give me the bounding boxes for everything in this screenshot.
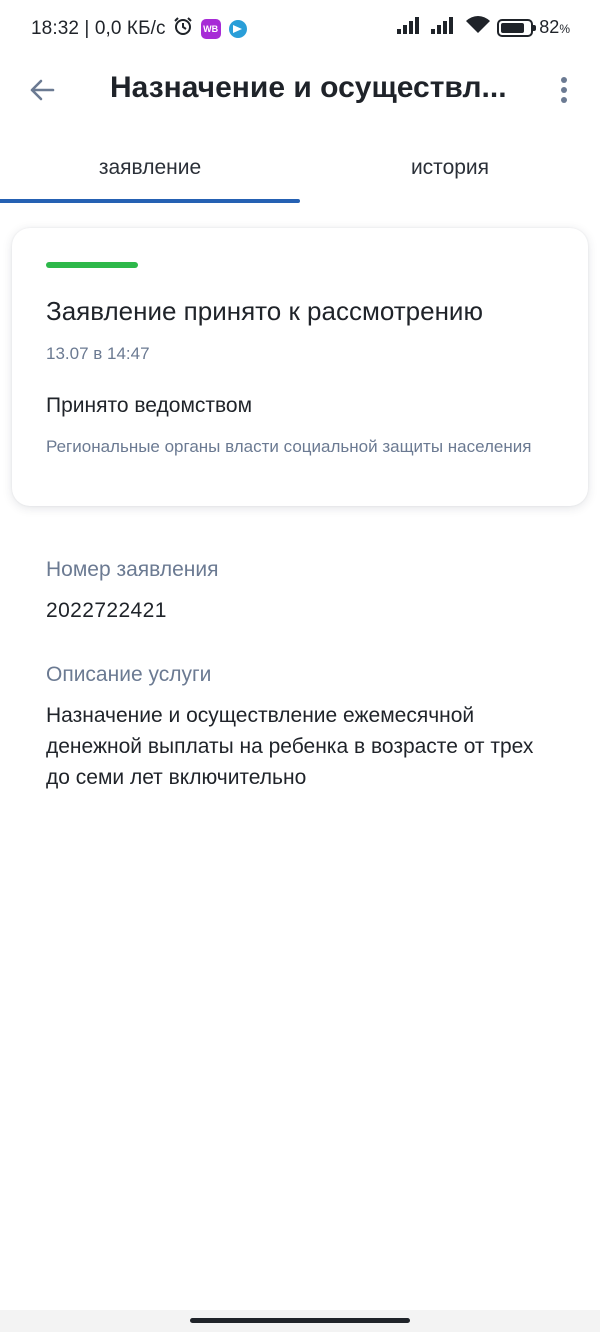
service-description-value: Назначение и осуществление ежемесячной д… [46,704,534,789]
status-title: Заявление принято к рассмотрению [46,296,483,326]
system-nav-bar [0,1310,600,1332]
battery-icon [497,18,537,37]
wildberries-app-icon: WB [200,19,221,39]
signal-icon [397,16,425,39]
status-left: 18:32 | 0,0 КБ/с WB [31,16,247,42]
wifi-icon [465,15,491,40]
tab-history[interactable]: история [300,140,600,204]
telegram-icon [228,20,247,38]
status-time-speed: 18:32 | 0,0 КБ/с [31,18,166,39]
application-status-card: Заявление принято к рассмотрению 13.07 в… [12,228,588,506]
battery-percent: 82% [539,17,570,37]
status-right: 82% [391,15,570,40]
app-bar: Назначение и осуществл... [0,56,600,122]
page-title: Назначение и осуществл... [110,71,507,104]
battery-level [501,22,525,33]
status-agency: Региональные органы власти социальной за… [46,437,532,456]
home-indicator[interactable] [190,1318,410,1323]
back-button[interactable] [18,66,66,114]
more-options-button[interactable] [542,66,586,114]
tab-bar: заявление история [0,140,600,204]
arrow-left-icon [30,79,55,101]
application-number-label: Номер заявления [46,558,219,581]
application-number-value: 2022722421 [46,599,167,622]
status-date: 13.07 в 14:47 [46,344,150,363]
tab-application[interactable]: заявление [0,140,300,204]
signal-2-icon [431,16,459,39]
status-subtitle: Принято ведомством [46,394,253,417]
more-vertical-icon [561,77,567,103]
alarm-icon [173,16,193,42]
status-bar: 18:32 | 0,0 КБ/с WB 82% [0,0,600,56]
service-description-label: Описание услуги [46,663,212,686]
status-accent-bar [46,262,138,268]
